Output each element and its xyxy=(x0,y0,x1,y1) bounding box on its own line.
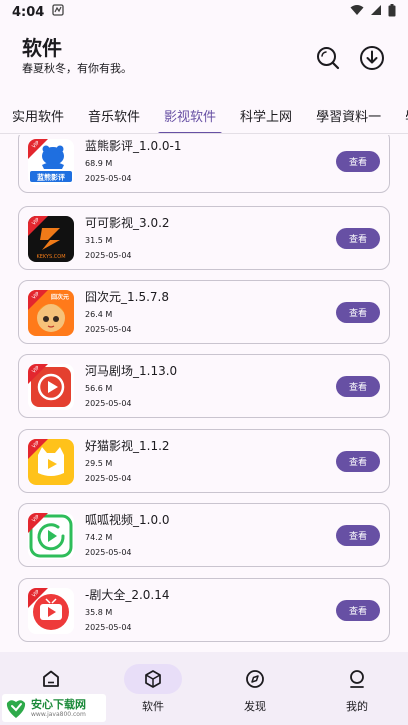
nav-software[interactable]: 软件 xyxy=(102,652,204,725)
download-icon xyxy=(360,46,384,70)
view-button[interactable]: 查看 xyxy=(336,600,380,621)
watermark-logo-icon xyxy=(6,700,26,718)
app-date: 2025-05-04 xyxy=(85,474,132,483)
list-item[interactable]: VIP 河马剧场_1.13.0 56.6 M 2025-05-04 查看 xyxy=(18,354,390,418)
nav-label: 发现 xyxy=(244,700,266,713)
home-icon xyxy=(43,670,59,687)
download-button[interactable] xyxy=(358,44,386,72)
hippo-play-icon: VIP xyxy=(28,364,74,410)
app-size: 31.5 M xyxy=(85,236,113,245)
green-play-icon: VIP xyxy=(28,513,74,559)
app-size: 56.6 M xyxy=(85,384,113,393)
list-item[interactable]: 蓝熊影评 VIP 蓝熊影评_1.0.0-1 68.9 M 2025-05-04 … xyxy=(18,135,390,193)
tab-video[interactable]: 影视软件 xyxy=(152,100,228,133)
search-icon xyxy=(317,47,340,70)
keke-icon: KEKYS.COM VIP xyxy=(28,216,74,262)
nav-label: 我的 xyxy=(346,700,368,713)
list-item[interactable]: VIP 呱呱视频_1.0.0 74.2 M 2025-05-04 查看 xyxy=(18,503,390,567)
app-list: 蓝熊影评 VIP 蓝熊影评_1.0.0-1 68.9 M 2025-05-04 … xyxy=(0,135,408,650)
wifi-icon xyxy=(350,4,364,20)
view-button[interactable]: 查看 xyxy=(336,302,380,323)
cube-icon xyxy=(145,670,161,688)
app-size: 26.4 M xyxy=(85,310,113,319)
app-name: 囧次元_1.5.7.8 xyxy=(85,290,169,304)
app-date: 2025-05-04 xyxy=(85,325,132,334)
app-name: 可可影视_3.0.2 xyxy=(85,216,170,230)
list-item[interactable]: KEKYS.COM VIP 可可影视_3.0.2 31.5 M 2025-05-… xyxy=(18,206,390,270)
tab-study-2[interactable]: 學 xyxy=(393,100,408,133)
search-button[interactable] xyxy=(314,44,342,72)
red-tv-icon: VIP xyxy=(28,588,74,634)
header-actions xyxy=(314,44,386,72)
category-tabs: 实用软件 音乐软件 影视软件 科学上网 學習資料一 學 xyxy=(0,100,408,134)
app-screen: 4:04 软件 春夏秋冬，有你有我。 实用软件 音乐软件 影视软件 科学上网 學… xyxy=(0,0,408,725)
app-size: 68.9 M xyxy=(85,159,113,168)
tab-vpn[interactable]: 科学上网 xyxy=(228,100,304,133)
icon-caption: 囧次元 xyxy=(51,293,69,301)
app-date: 2025-05-04 xyxy=(85,548,132,557)
cat-play-icon: VIP xyxy=(28,439,74,485)
list-item[interactable]: VIP 好猫影视_1.1.2 29.5 M 2025-05-04 查看 xyxy=(18,429,390,493)
view-button[interactable]: 查看 xyxy=(336,228,380,249)
battery-icon xyxy=(388,3,396,21)
app-name: -剧大全_2.0.14 xyxy=(85,588,170,602)
app-size: 35.8 M xyxy=(85,608,113,617)
status-bar: 4:04 xyxy=(0,0,408,24)
nav-label: 软件 xyxy=(142,700,164,713)
view-button[interactable]: 查看 xyxy=(336,376,380,397)
tab-utility[interactable]: 实用软件 xyxy=(0,100,76,133)
tab-music[interactable]: 音乐软件 xyxy=(76,100,152,133)
status-icons xyxy=(350,3,396,21)
icon-caption: KEKYS.COM xyxy=(36,254,65,260)
nav-profile[interactable]: 我的 xyxy=(306,652,408,725)
notification-icon xyxy=(52,4,64,20)
signal-icon xyxy=(370,4,382,20)
compass-icon xyxy=(246,670,264,688)
nav-pill xyxy=(22,664,80,694)
app-date: 2025-05-04 xyxy=(85,623,132,632)
app-name: 蓝熊影评_1.0.0-1 xyxy=(85,139,182,153)
app-name: 好猫影视_1.1.2 xyxy=(85,439,170,453)
nav-pill xyxy=(328,664,386,694)
watermark-sub: www.java800.com xyxy=(31,710,86,718)
app-date: 2025-05-04 xyxy=(85,174,132,183)
app-name: 河马剧场_1.13.0 xyxy=(85,364,178,378)
app-date: 2025-05-04 xyxy=(85,399,132,408)
jiong-anime-icon: 囧次元 VIP xyxy=(28,290,74,336)
list-item[interactable]: VIP -剧大全_2.0.14 35.8 M 2025-05-04 查看 xyxy=(18,578,390,642)
blue-bear-icon: 蓝熊影评 VIP xyxy=(28,139,74,185)
app-name: 呱呱视频_1.0.0 xyxy=(85,513,170,527)
nav-discover[interactable]: 发现 xyxy=(204,652,306,725)
app-size: 74.2 M xyxy=(85,533,113,542)
nav-pill xyxy=(124,664,182,694)
watermark: 安心下载网 www.java800.com xyxy=(2,694,106,722)
list-item[interactable]: 囧次元 VIP 囧次元_1.5.7.8 26.4 M 2025-05-04 查看 xyxy=(18,280,390,344)
status-time: 4:04 xyxy=(12,4,45,20)
page-header: 软件 春夏秋冬，有你有我。 xyxy=(0,34,408,84)
icon-caption: 蓝熊影评 xyxy=(37,173,65,182)
watermark-text: 安心下载网 www.java800.com xyxy=(31,698,86,719)
tab-study-1[interactable]: 學習資料一 xyxy=(304,100,393,133)
app-date: 2025-05-04 xyxy=(85,251,132,260)
person-icon xyxy=(350,670,364,688)
view-button[interactable]: 查看 xyxy=(336,451,380,472)
nav-pill xyxy=(226,664,284,694)
watermark-main: 安心下载网 xyxy=(31,697,86,711)
view-button[interactable]: 查看 xyxy=(336,151,380,172)
view-button[interactable]: 查看 xyxy=(336,525,380,546)
app-size: 29.5 M xyxy=(85,459,113,468)
